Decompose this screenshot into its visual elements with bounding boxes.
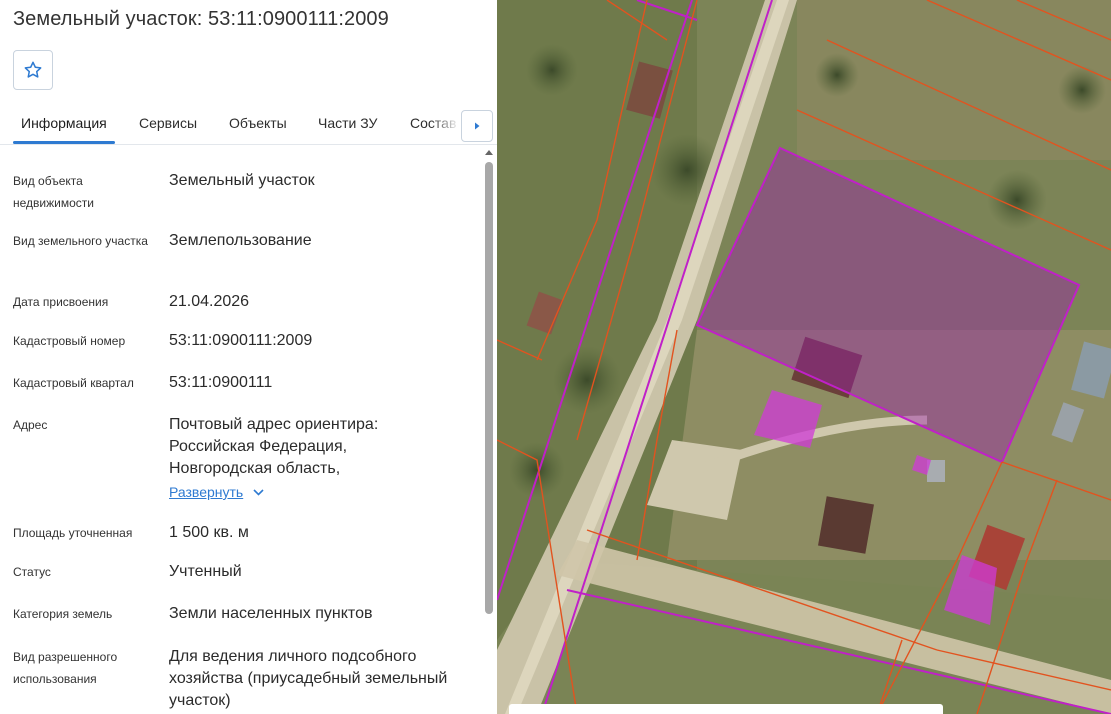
- address-line-3: Новгородская область,: [169, 460, 341, 477]
- caret-right-icon: [475, 122, 480, 130]
- favorite-button[interactable]: [13, 50, 53, 90]
- page-title: Земельный участок: 53:11:0900111:2009: [13, 8, 389, 30]
- tab-parts[interactable]: Части ЗУ: [318, 115, 377, 131]
- tab-bar: Информация Сервисы Объекты Части ЗУ Сост…: [0, 100, 497, 145]
- label-area: Площадь уточненная: [13, 526, 133, 540]
- value-cadastral-number: 53:11:0900111:2009: [169, 332, 313, 349]
- map-view[interactable]: [497, 0, 1111, 714]
- value-land-type: Землепользование: [169, 232, 312, 249]
- satellite-map[interactable]: [497, 0, 1111, 714]
- label-status: Статус: [13, 565, 51, 579]
- label-land-type: Вид земельного участка: [13, 234, 148, 248]
- info-list: Вид объекта недвижимости Земельный участ…: [0, 150, 480, 714]
- value-object-type: Земельный участок: [169, 172, 315, 189]
- map-bottom-panel: [509, 704, 943, 714]
- value-cadastral-quarter: 53:11:0900111: [169, 374, 273, 391]
- value-assign-date: 21.04.2026: [169, 293, 250, 310]
- tab-services[interactable]: Сервисы: [139, 115, 197, 131]
- label-land-category: Категория земель: [13, 607, 113, 621]
- tab-information[interactable]: Информация: [21, 115, 107, 131]
- scroll-thumb[interactable]: [485, 162, 493, 614]
- label-address: Адрес: [13, 418, 48, 432]
- label-cadastral-number: Кадастровый номер: [13, 334, 126, 348]
- info-scrollbar[interactable]: [484, 150, 494, 714]
- expand-address-label: Развернуть: [169, 484, 244, 500]
- value-address: Почтовый адрес ориентира: Российская Фед…: [169, 414, 479, 480]
- expand-address-link[interactable]: Развернуть: [169, 484, 264, 500]
- value-land-category: Земли населенных пунктов: [169, 605, 373, 622]
- label-cadastral-quarter: Кадастровый квартал: [13, 376, 134, 390]
- value-area: 1 500 кв. м: [169, 524, 249, 541]
- tabs-next-button[interactable]: [461, 110, 493, 142]
- tab-objects[interactable]: Объекты: [229, 115, 287, 131]
- label-assign-date: Дата присвоения: [13, 295, 109, 309]
- value-permitted-use: Для ведения личного подсобного хозяйства…: [169, 648, 448, 709]
- address-line-2: Российская Федерация,: [169, 438, 348, 455]
- address-line-1: Почтовый адрес ориентира:: [169, 416, 379, 433]
- value-status: Учтенный: [169, 563, 242, 580]
- label-object-type: Вид объекта недвижимости: [13, 174, 94, 210]
- tabs-fade: [430, 100, 460, 144]
- star-icon: [24, 61, 42, 78]
- chevron-down-icon: [253, 488, 264, 496]
- info-panel: Земельный участок: 53:11:0900111:2009 Ин…: [0, 0, 497, 714]
- scroll-up-arrow-icon[interactable]: [485, 150, 493, 155]
- label-permitted-use: Вид разрешенного использования: [13, 650, 118, 686]
- active-tab-indicator: [13, 141, 115, 144]
